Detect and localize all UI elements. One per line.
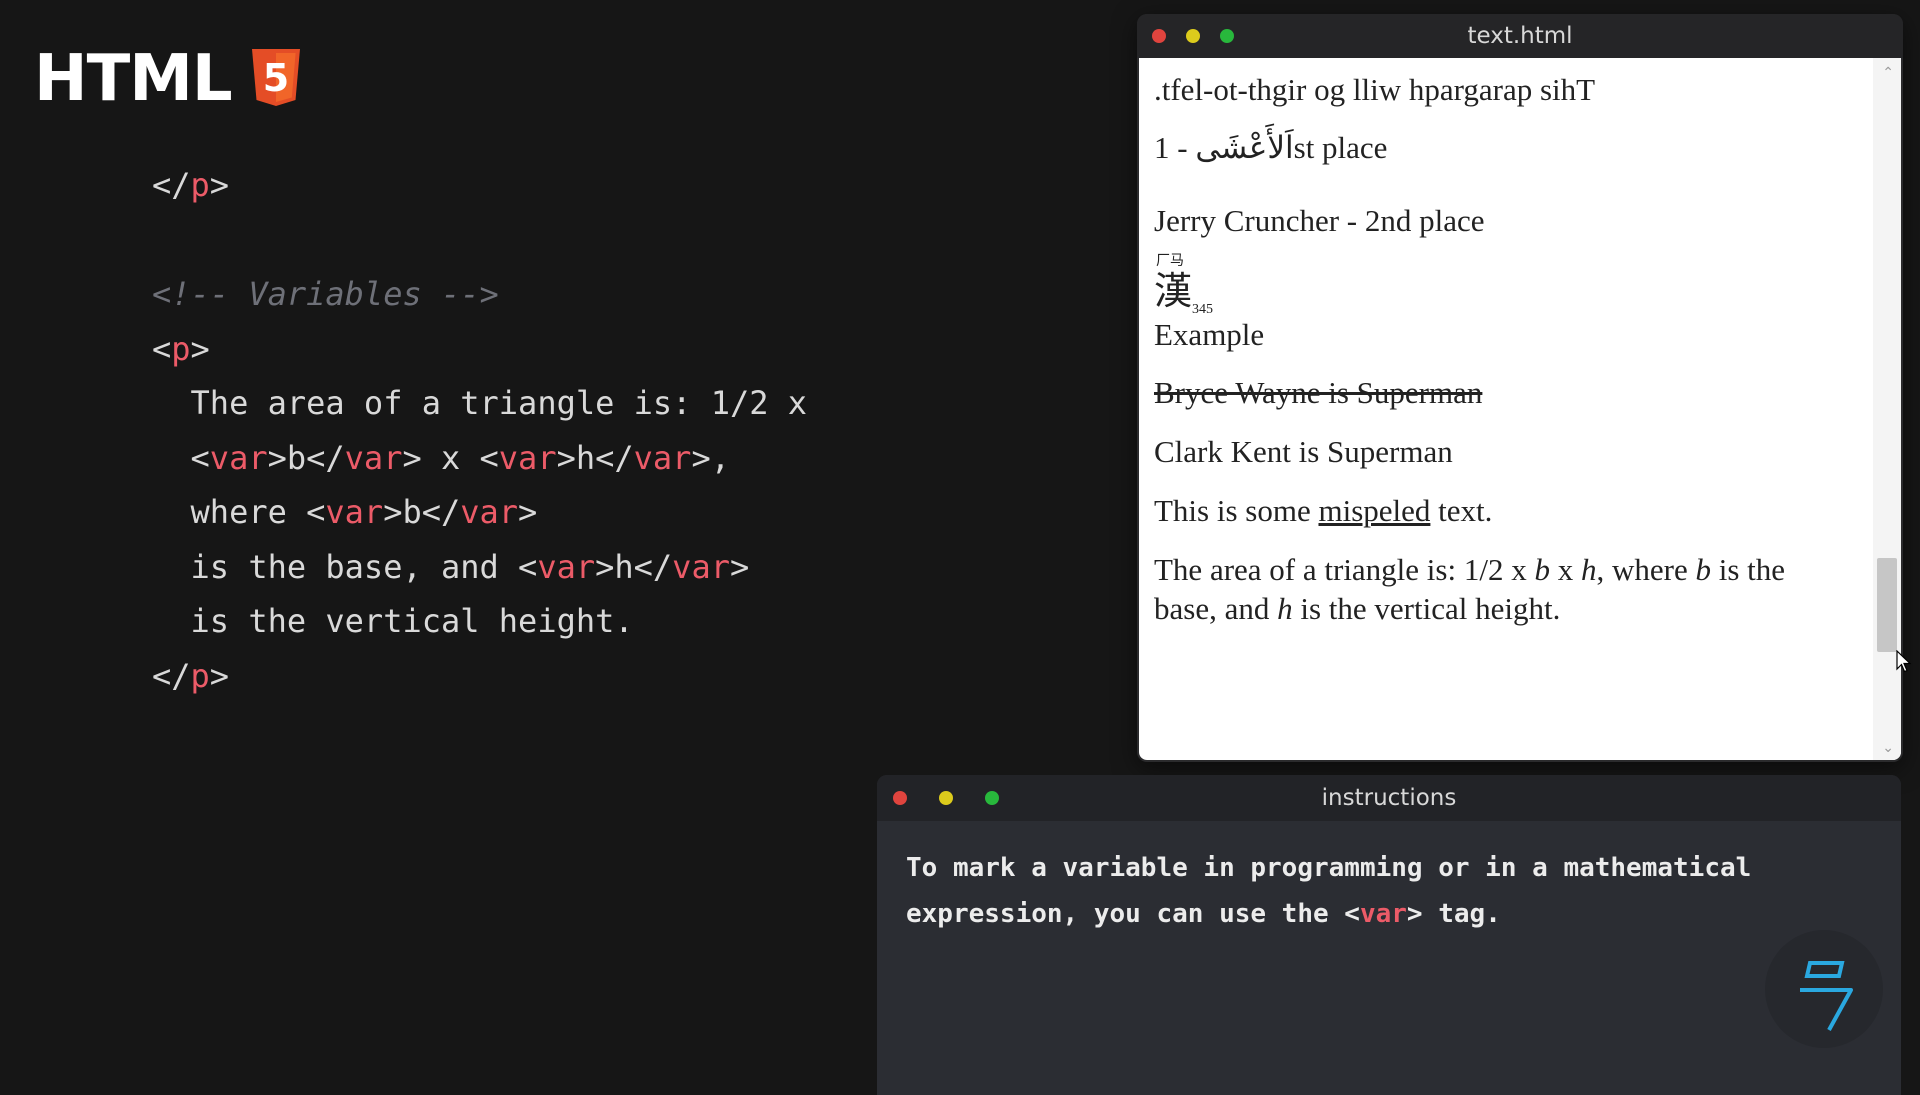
code-token: is the base, and < xyxy=(152,547,538,586)
code-token: </ xyxy=(152,656,191,695)
code-token: var xyxy=(498,438,557,477)
channel-logo xyxy=(1765,930,1883,1048)
code-token: var xyxy=(672,547,730,586)
code-token: > xyxy=(518,493,538,531)
code-token: p xyxy=(190,166,210,204)
browser-window: text.html .tfel-ot-thgir og lliw hpargar… xyxy=(1137,14,1903,762)
subscript-number: 345 xyxy=(1192,302,1213,317)
code-token: var xyxy=(325,493,384,531)
browser-titlebar[interactable]: text.html xyxy=(1137,14,1903,58)
ruby-base: 漢 xyxy=(1154,271,1193,313)
code-line: </p> xyxy=(152,649,807,704)
code-token: p xyxy=(171,329,191,368)
misspell-prefix: This is some xyxy=(1154,493,1319,528)
code-token: < xyxy=(152,329,172,368)
code-line: The area of a triangle is: 1/2 x xyxy=(152,376,808,431)
misspelled-paragraph: This is some mispeled text. xyxy=(1154,493,1492,529)
code-editor[interactable]: </p> <!-- Variables --> <p> The area of a … xyxy=(152,158,807,703)
code-token: >b</ xyxy=(383,493,461,531)
code-line: <var>b</var> x <var>h</var>, xyxy=(152,431,807,486)
code-line: where <var>b</var> xyxy=(152,485,807,540)
var-h-2: h xyxy=(1277,591,1293,626)
code-token: > x < xyxy=(402,438,499,477)
misspell-suffix: text. xyxy=(1430,493,1493,528)
code-token: var xyxy=(537,547,596,586)
var-b: b xyxy=(1534,552,1550,587)
first-place-line: اَلأَعْشَى - 1st place xyxy=(1154,130,1387,166)
code-token: > xyxy=(190,329,210,368)
window-title: text.html xyxy=(1467,23,1573,49)
second-place-line: Jerry Cruncher - 2nd place xyxy=(1154,203,1485,238)
code-token: >h</ xyxy=(556,438,634,477)
misspelled-word: mispeled xyxy=(1318,493,1431,528)
scroll-up-arrow-icon[interactable]: ⌃ xyxy=(1882,64,1894,81)
triangle-paragraph-line1: The area of a triangle is: 1/2 x b x h, … xyxy=(1154,552,1785,588)
instructions-line-2-start: expression, you can use the < xyxy=(906,899,1360,929)
triangle-paragraph-line2: base, and h is the vertical height. xyxy=(1154,591,1560,627)
where-text: , where xyxy=(1596,552,1696,587)
code-line: </p> xyxy=(152,158,807,213)
code-line: is the vertical height. xyxy=(152,594,807,649)
var-tag-name: var xyxy=(1359,899,1407,929)
is-the-text: is the xyxy=(1710,552,1786,587)
lightning-logo-icon xyxy=(1800,961,1853,1031)
code-token: >h</ xyxy=(595,547,673,586)
ruby-annotation-block: 厂马 漢 345 xyxy=(1154,250,1234,320)
mouse-pointer-icon xyxy=(1896,650,1912,673)
code-token: var xyxy=(460,493,519,531)
code-line: <p> xyxy=(152,322,807,377)
scroll-thumb[interactable] xyxy=(1877,558,1897,652)
code-token: var xyxy=(209,438,268,477)
instructions-line-2: expression, you can use the <var> tag. xyxy=(906,891,1846,937)
reversed-paragraph: .tfel-ot-thgir og lliw hpargarap sihT xyxy=(1154,72,1596,107)
code-token: The area of a triangle is: 1/2 x xyxy=(152,384,808,422)
code-token: where < xyxy=(152,493,326,531)
instructions-line-2-end: > tag. xyxy=(1406,899,1501,929)
code-token: var xyxy=(633,438,692,477)
var-h: h xyxy=(1580,552,1597,587)
deleted-text: Bryce Wayne is Superman xyxy=(1154,375,1483,410)
code-line: is the base, and <var>h</var> xyxy=(152,540,807,595)
code-token: < xyxy=(152,438,210,477)
scroll-down-arrow-icon[interactable]: ⌄ xyxy=(1882,739,1894,756)
code-line: <!-- Variables --> xyxy=(152,267,807,322)
instructions-text: To mark a variable in programming or in … xyxy=(906,845,1846,937)
code-token: is the vertical height. xyxy=(152,602,634,640)
code-token: p xyxy=(190,656,210,695)
example-text: Example xyxy=(1154,317,1265,352)
instructions-title: instructions xyxy=(1321,785,1457,811)
height-text: is the vertical height. xyxy=(1292,591,1561,626)
code-token: >b</ xyxy=(267,438,345,477)
instructions-window: instructions To mark a variable in progr… xyxy=(877,775,1901,1095)
inserted-text: Clark Kent is Superman xyxy=(1154,434,1453,469)
html5-logo: HTML 5 xyxy=(34,42,302,116)
instructions-line-1: To mark a variable in programming or in … xyxy=(906,853,1752,883)
code-token: >, xyxy=(691,438,730,477)
base-text: base, and xyxy=(1154,591,1278,626)
code-token: </ xyxy=(152,166,191,204)
code-token: > xyxy=(729,547,750,586)
instructions-titlebar[interactable]: instructions xyxy=(877,775,1901,821)
html5-badge-number: 5 xyxy=(262,56,288,100)
code-token: > xyxy=(209,166,230,204)
times-text: x xyxy=(1549,552,1581,587)
code-token: <!-- Variables --> xyxy=(152,275,499,313)
html5-shield-icon: 5 xyxy=(251,49,300,106)
var-b-2: b xyxy=(1695,552,1711,587)
triangle-text: The area of a triangle is: 1/2 x xyxy=(1154,552,1535,587)
rendered-page[interactable]: .tfel-ot-thgir og lliw hpargarap sihT اَ… xyxy=(1139,58,1901,760)
arabic-name: اَلأَعْشَى xyxy=(1195,130,1294,165)
logo-text: HTML xyxy=(34,42,233,116)
code-token: var xyxy=(344,438,403,477)
code-token: > xyxy=(209,656,230,695)
